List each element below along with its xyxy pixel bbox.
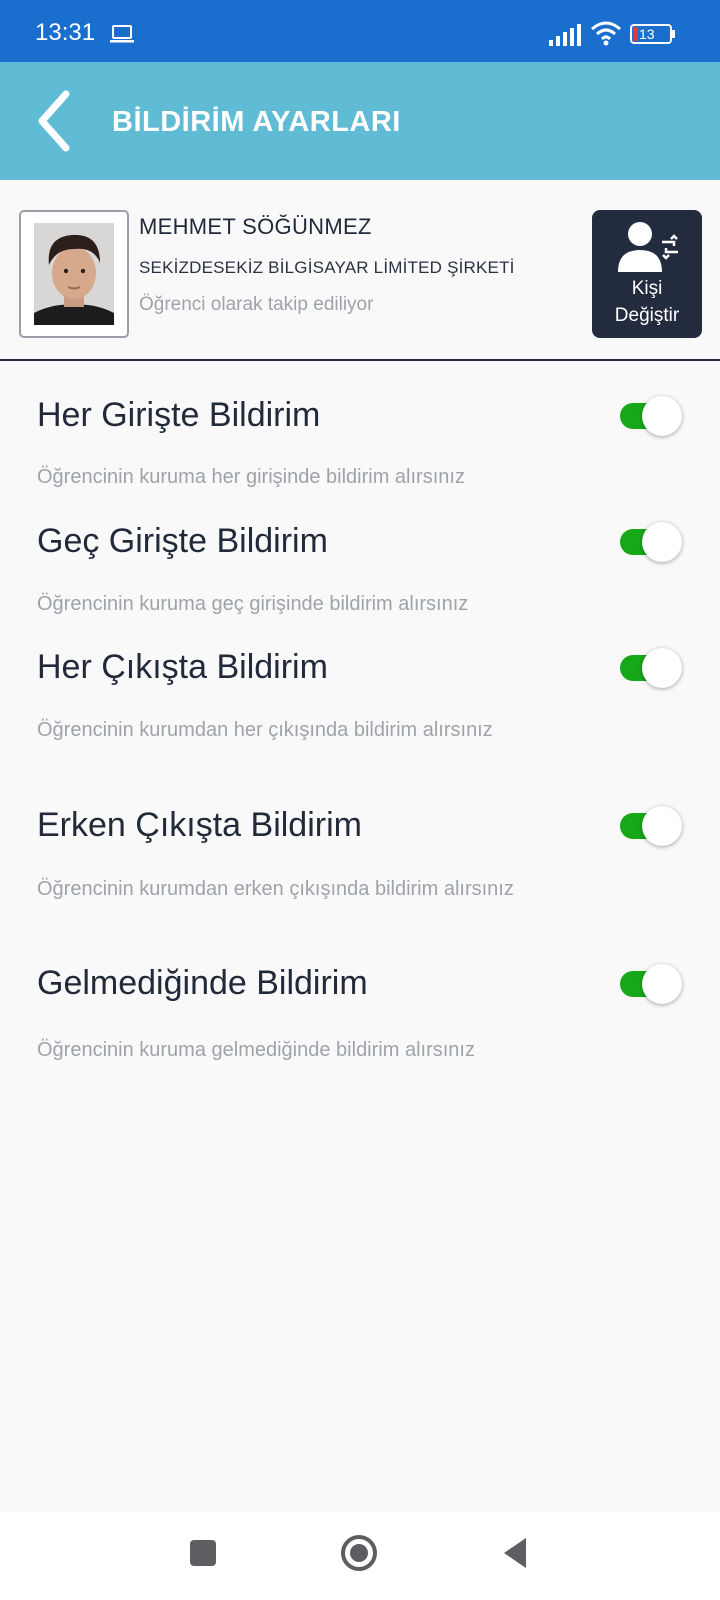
setting-desc-every-exit: Öğrencinin kurumdan her çıkışında bildir… (37, 719, 493, 741)
toggle-early-exit[interactable] (620, 806, 682, 846)
change-person-button[interactable]: Kişi Değiştir (592, 210, 702, 338)
recents-square-icon[interactable] (188, 1538, 218, 1568)
toggle-absent[interactable] (620, 964, 682, 1004)
avatar-frame (19, 210, 129, 338)
profile-card: MEHMET SÖĞÜNMEZ SEKİZDESEKİZ BİLGİSAYAR … (0, 180, 720, 361)
battery-icon: 13 (630, 23, 678, 45)
chevron-left-icon (38, 90, 70, 152)
status-time: 13:31 (35, 19, 96, 46)
setting-title-every-entry: Her Girişte Bildirim (37, 396, 321, 434)
page-title: BİLDİRİM AYARLARI (112, 106, 401, 138)
toggle-every-entry[interactable] (620, 396, 682, 436)
status-bar: 13:31 13 (0, 0, 720, 62)
setting-desc-early-exit: Öğrencinin kurumdan erken çıkışında bild… (37, 878, 514, 900)
wifi-icon (591, 21, 621, 46)
toggle-thumb (642, 648, 682, 688)
battery-level: 13 (639, 26, 655, 42)
toggle-thumb (642, 396, 682, 436)
toggle-late-entry[interactable] (620, 522, 682, 562)
setting-desc-every-entry: Öğrencinin kuruma her girişinde bildirim… (37, 466, 465, 488)
setting-title-early-exit: Erken Çıkışta Bildirim (37, 806, 362, 844)
change-person-label-line1: Kişi (631, 278, 663, 299)
back-triangle-icon[interactable] (500, 1536, 530, 1570)
student-name: MEHMET SÖĞÜNMEZ (139, 214, 372, 239)
system-nav-bar (0, 1512, 720, 1600)
person-swap-icon (618, 222, 678, 272)
change-person-label-line2: Değiştir (614, 305, 680, 326)
back-button[interactable] (26, 88, 82, 154)
setting-title-late-entry: Geç Girişte Bildirim (37, 522, 328, 560)
toggle-thumb (642, 964, 682, 1004)
home-circle-icon[interactable] (340, 1534, 378, 1572)
setting-title-absent: Gelmediğinde Bildirim (37, 964, 368, 1002)
setting-desc-absent: Öğrencinin kuruma gelmediğinde bildirim … (37, 1039, 475, 1061)
signal-icon (549, 24, 581, 46)
setting-title-every-exit: Her Çıkışta Bildirim (37, 648, 328, 686)
follow-status: Öğrenci olarak takip ediliyor (139, 294, 374, 315)
toggle-thumb (642, 806, 682, 846)
company-name: SEKİZDESEKİZ BİLGİSAYAR LİMİTED ŞİRKETİ (139, 258, 515, 277)
setting-desc-late-entry: Öğrencinin kuruma geç girişinde bildirim… (37, 593, 469, 615)
app-bar: BİLDİRİM AYARLARI (0, 62, 720, 180)
laptop-icon (110, 25, 134, 43)
toggle-thumb (642, 522, 682, 562)
avatar (34, 223, 114, 325)
toggle-every-exit[interactable] (620, 648, 682, 688)
